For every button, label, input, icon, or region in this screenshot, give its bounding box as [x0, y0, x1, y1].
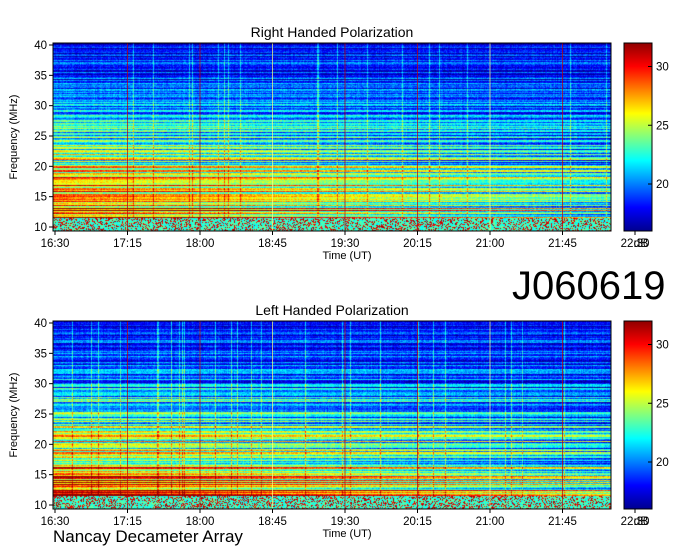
x-tick-label: 20:15	[403, 238, 432, 250]
y-tick-label: 25	[34, 131, 47, 143]
y-tick-label: 35	[34, 348, 47, 360]
y-tick-label: 20	[34, 161, 47, 173]
y-tick-label: 25	[34, 409, 47, 421]
colorbar-tick-label: 30	[656, 62, 669, 74]
x-tick-label: 21:00	[476, 516, 505, 528]
heatmap-image	[53, 321, 611, 509]
plot-title: Left Handed Polarization	[255, 302, 408, 318]
x-tick-label: 17:15	[113, 238, 142, 250]
x-tick-label: 21:00	[476, 238, 505, 250]
colorbar-tick-label: 20	[656, 457, 669, 469]
y-tick-label: 20	[34, 439, 47, 451]
x-tick-label: 21:45	[548, 238, 577, 250]
colorbar	[623, 320, 653, 510]
y-tick-label: 35	[34, 70, 47, 82]
x-tick-label: 20:15	[403, 516, 432, 528]
y-tick-label: 30	[34, 101, 47, 113]
x-tick-label: 19:30	[331, 516, 360, 528]
y-axis-label: Frequency (MHz)	[8, 95, 20, 180]
x-axis-label: Time (UT)	[322, 528, 371, 540]
spectrogram-panel-left: Left Handed Polarization16:30 17:15 18:00 1…	[8, 302, 669, 540]
y-tick-label: 40	[34, 40, 47, 52]
y-tick-label: 40	[34, 318, 47, 330]
observation-id: J060619	[512, 264, 666, 308]
x-tick-label: 18:45	[258, 238, 287, 250]
instrument-name: Nancay Decameter Array	[53, 527, 243, 546]
colorbar-tick-label: 25	[656, 120, 669, 132]
y-tick-label: 15	[34, 470, 47, 482]
colorbar-label: dB	[634, 514, 649, 528]
x-tick-label: 19:30	[331, 238, 360, 250]
x-tick-label: 18:45	[258, 516, 287, 528]
x-tick-label: 16:30	[41, 238, 70, 250]
heatmap-image	[53, 43, 611, 231]
colorbar-label: dB	[634, 236, 649, 250]
y-tick-label: 15	[34, 192, 47, 204]
plot-title: Right Handed Polarization	[251, 24, 414, 40]
x-tick-label: 18:00	[186, 238, 215, 250]
y-tick-label: 10	[34, 500, 47, 512]
colorbar-tick-label: 20	[656, 179, 669, 191]
x-axis-label: Time (UT)	[322, 250, 371, 262]
colorbar-tick-label: 25	[656, 398, 669, 410]
spectrogram-panel-right: Right Handed Polarization 16:30 17:15 18:00…	[8, 24, 669, 262]
y-tick-label: 10	[34, 222, 47, 234]
x-tick-label: 21:45	[548, 516, 577, 528]
y-tick-label: 30	[34, 379, 47, 391]
colorbar-tick-label: 30	[656, 340, 669, 352]
colorbar	[623, 42, 653, 232]
y-axis-label: Frequency (MHz)	[8, 373, 20, 458]
